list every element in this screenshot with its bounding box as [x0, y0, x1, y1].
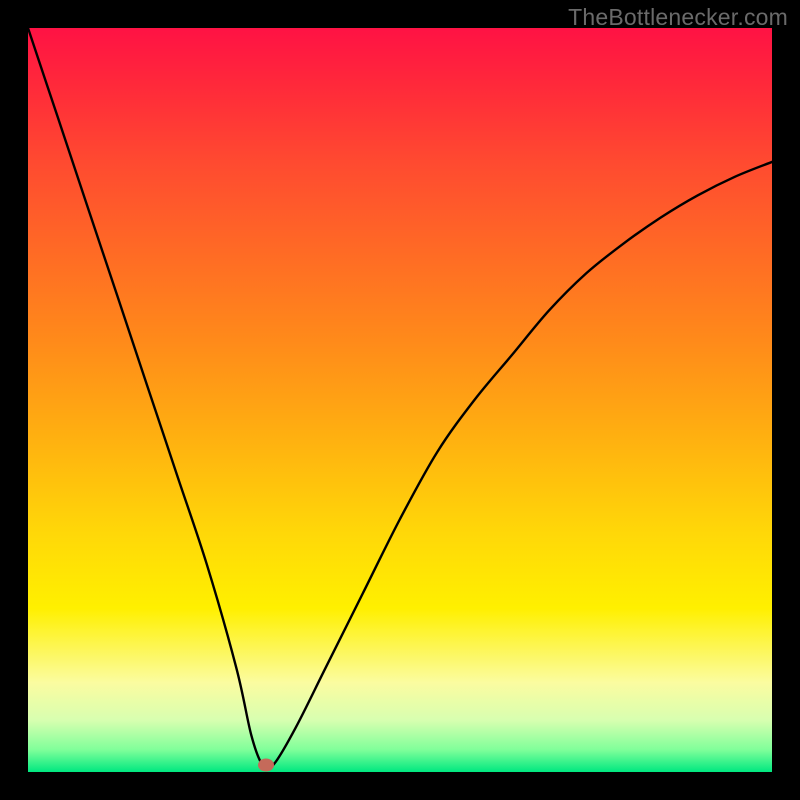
- watermark-text: TheBottlenecker.com: [568, 4, 788, 31]
- optimal-point-marker: [258, 758, 274, 771]
- chart-plot-area: [28, 28, 772, 772]
- bottleneck-curve: [28, 28, 772, 772]
